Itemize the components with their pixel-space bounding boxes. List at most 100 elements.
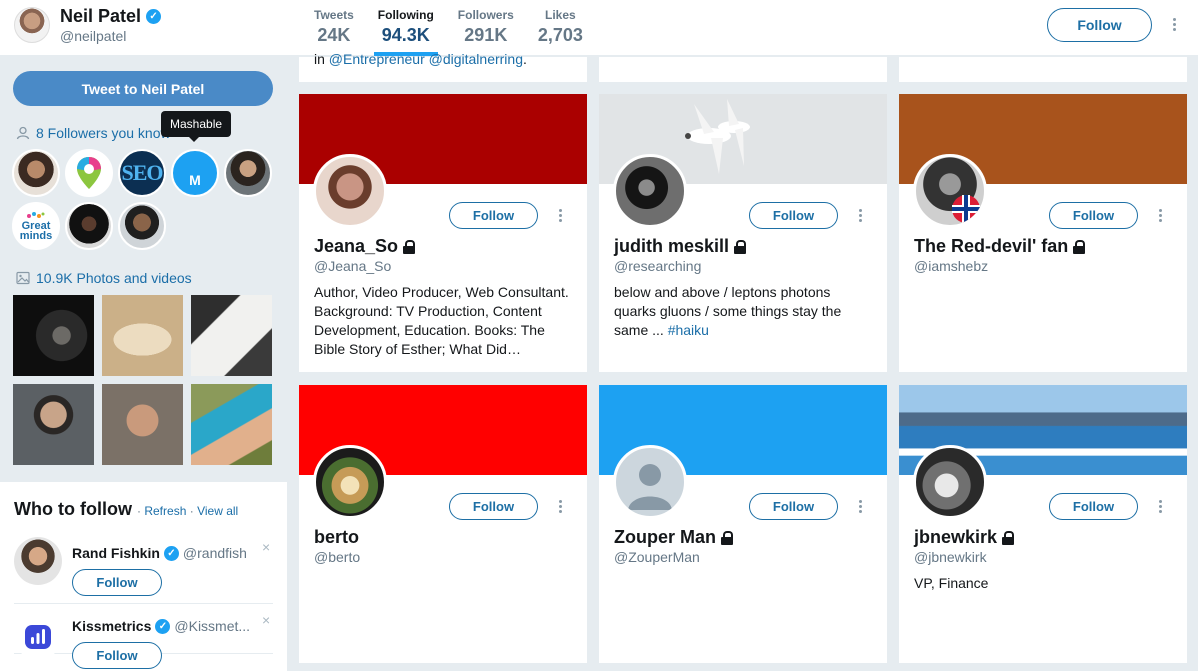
media-thumbnail[interactable] [13, 295, 94, 376]
follower-avatar[interactable] [118, 202, 166, 250]
more-options-icon[interactable] [557, 500, 563, 513]
follow-button[interactable]: Follow [1049, 202, 1138, 229]
avatar[interactable] [913, 154, 987, 228]
card-handle[interactable]: @ZouperMan [614, 549, 700, 565]
suggestion-name-row[interactable]: Rand Fishkin ✓ @randfish [72, 545, 247, 561]
stat-value: 291K [464, 25, 508, 45]
card-name-row[interactable]: jbnewkirk [914, 527, 1015, 548]
more-options-icon[interactable] [1171, 18, 1177, 31]
protected-lock-icon [721, 530, 733, 545]
avatar[interactable] [313, 154, 387, 228]
profile-name[interactable]: Neil Patel [60, 6, 141, 27]
follow-button[interactable]: Follow [72, 642, 162, 669]
card-name-row[interactable]: Jeana_So [314, 236, 416, 257]
person-icon [16, 126, 30, 140]
card-name: The Red-devil' fan [914, 236, 1069, 256]
card-handle[interactable]: @berto [314, 549, 360, 565]
user-card[interactable]: Follow The Red-devil' fan @iamshebz [899, 94, 1187, 372]
suggestion-name-row[interactable]: Kissmetrics ✓ @Kissmet... [72, 618, 250, 634]
follower-avatar[interactable] [65, 202, 113, 250]
protected-lock-icon [1073, 239, 1086, 254]
follow-button[interactable]: Follow [449, 493, 538, 520]
avatar[interactable] [14, 537, 62, 585]
card-name: Zouper Man [614, 527, 716, 547]
default-avatar[interactable] [613, 445, 687, 519]
suggestion-handle: @Kissmet... [174, 618, 251, 634]
view-all-link[interactable]: View all [197, 504, 238, 518]
more-options-icon[interactable] [1157, 500, 1163, 513]
follower-avatar[interactable]: SEO [118, 149, 166, 197]
map-pin-logo-icon [77, 157, 101, 189]
card-name: Jeana_So [314, 236, 399, 256]
dismiss-icon[interactable]: × [262, 612, 270, 628]
follower-avatar[interactable] [65, 149, 113, 197]
bio-text: VP, Finance [914, 575, 989, 591]
media-thumbnail[interactable] [102, 384, 183, 465]
user-card-partial[interactable]: in @Entrepreneur @digitalnerring. [299, 51, 587, 82]
user-card-partial[interactable] [899, 57, 1187, 82]
stat-tweets[interactable]: Tweets 24K [302, 0, 366, 56]
bio-text: in [314, 51, 329, 67]
who-to-follow-links: · Refresh · View all [137, 504, 238, 518]
stat-following[interactable]: Following 94.3K [366, 0, 446, 56]
card-bio: Author, Video Producer, Web Consultant. … [314, 283, 576, 359]
card-handle[interactable]: @researching [614, 258, 701, 274]
protected-lock-icon [1002, 530, 1015, 545]
user-card[interactable]: Follow jbnewkirk @jbnewkirk VP, Finance [899, 385, 1187, 663]
stat-followers[interactable]: Followers 291K [446, 0, 526, 56]
stat-value: 2,703 [537, 25, 583, 45]
stat-likes[interactable]: Likes 2,703 [526, 0, 595, 56]
avatar[interactable] [14, 7, 50, 43]
mention-links[interactable]: @Entrepreneur @digitalnerring [329, 51, 523, 67]
follower-avatar[interactable] [12, 149, 60, 197]
card-name-row[interactable]: The Red-devil' fan [914, 236, 1086, 257]
image-icon [16, 271, 30, 285]
card-handle[interactable]: @jbnewkirk [914, 549, 987, 565]
who-to-follow-panel: Who to follow · Refresh · View all Rand … [0, 482, 287, 671]
profile-handle[interactable]: @neilpatel [60, 28, 161, 44]
avatar[interactable] [14, 612, 62, 660]
refresh-link[interactable]: Refresh [144, 504, 186, 518]
follow-button[interactable]: Follow [749, 202, 838, 229]
card-handle[interactable]: @Jeana_So [314, 258, 391, 274]
more-options-icon[interactable] [557, 209, 563, 222]
follow-button[interactable]: Follow [749, 493, 838, 520]
card-name-row[interactable]: judith meskill [614, 236, 747, 257]
avatar[interactable] [613, 154, 687, 228]
mashable-avatar[interactable]: M [171, 149, 219, 197]
tweet-to-button[interactable]: Tweet to Neil Patel [13, 71, 273, 106]
photos-videos-link[interactable]: 10.9K Photos and videos [16, 270, 192, 286]
mini-profile[interactable]: Neil Patel ✓ @neilpatel [14, 6, 162, 44]
user-card-partial[interactable] [599, 57, 887, 82]
left-sidebar: Tweet to Neil Patel 8 Followers you know… [0, 57, 287, 671]
hashtag-link[interactable]: #haiku [668, 322, 709, 338]
followers-you-know-link[interactable]: 8 Followers you know [16, 125, 171, 141]
media-thumbnail[interactable] [102, 295, 183, 376]
avatar[interactable] [313, 445, 387, 519]
more-options-icon[interactable] [857, 500, 863, 513]
media-thumbnail[interactable] [191, 295, 272, 376]
more-options-icon[interactable] [857, 209, 863, 222]
bio-text: Author, Video Producer, Web Consultant. … [314, 284, 569, 357]
media-thumbnail[interactable] [13, 384, 94, 465]
follower-avatar[interactable] [224, 149, 272, 197]
follow-button[interactable]: Follow [1049, 493, 1138, 520]
who-to-follow-title: Who to follow [14, 499, 132, 519]
user-card[interactable]: Follow judith meskill @researching below… [599, 94, 887, 372]
more-options-icon[interactable] [1157, 209, 1163, 222]
media-thumbnail[interactable] [191, 384, 272, 465]
user-card[interactable]: Follow Jeana_So @Jeana_So Author, Video … [299, 94, 587, 372]
follow-button[interactable]: Follow [72, 569, 162, 596]
card-name-row[interactable]: berto [314, 527, 359, 548]
card-name: judith meskill [614, 236, 730, 256]
avatar[interactable] [913, 445, 987, 519]
verified-badge-icon: ✓ [163, 545, 179, 561]
user-card[interactable]: Follow berto @berto [299, 385, 587, 663]
user-card[interactable]: Follow Zouper Man @ZouperMan [599, 385, 887, 663]
card-name-row[interactable]: Zouper Man [614, 527, 733, 548]
follow-button[interactable]: Follow [449, 202, 538, 229]
profile-follow-button[interactable]: Follow [1047, 8, 1152, 42]
card-handle[interactable]: @iamshebz [914, 258, 988, 274]
follower-avatar[interactable]: Great minds [12, 202, 60, 250]
dismiss-icon[interactable]: × [262, 539, 270, 555]
